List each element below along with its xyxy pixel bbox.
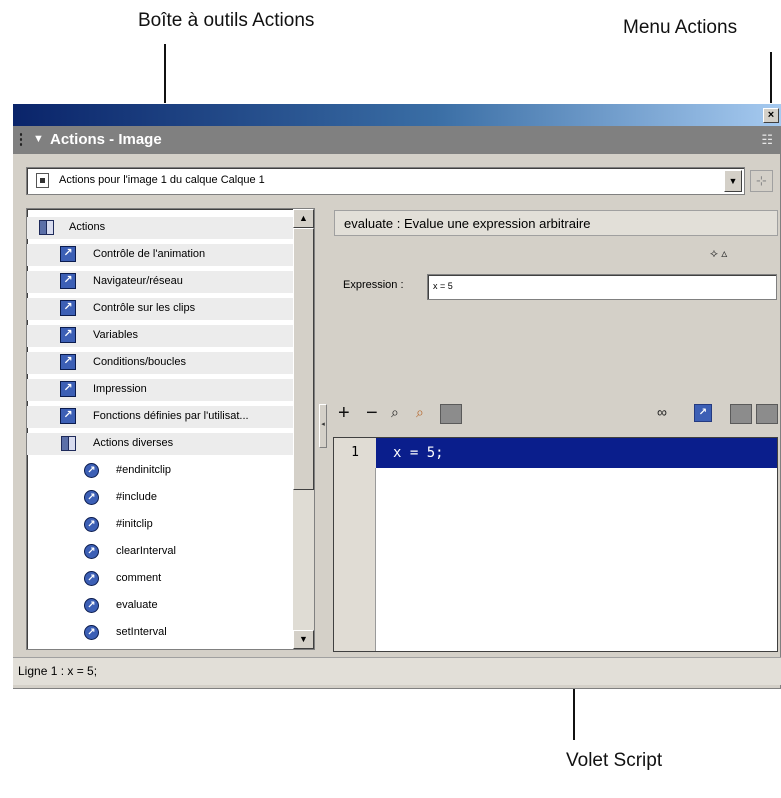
pin-script-button[interactable]: ⊹ (750, 170, 773, 192)
collapse-arrow-icon[interactable]: ▼ (33, 133, 44, 145)
category-label: Fonctions définies par l'utilisat... (93, 410, 249, 422)
action-description: evaluate : Evalue une expression arbitra… (334, 210, 778, 236)
category-label: Navigateur/réseau (93, 275, 183, 287)
target-path-icon[interactable]: ∞ (657, 404, 667, 420)
script-callout: Volet Script (566, 750, 663, 771)
book-closed-icon: ↗ (60, 381, 76, 397)
toolbox-root[interactable]: Actions (27, 217, 293, 239)
action-item[interactable]: ↗ setInterval (27, 622, 293, 644)
debug-options-button[interactable] (730, 404, 752, 424)
dropdown-arrow-icon[interactable]: ▼ (724, 170, 742, 192)
action-icon: ↗ (84, 625, 99, 640)
script-line[interactable]: x = 5; (376, 438, 777, 468)
param-view-icons[interactable]: ⟡ ▵ (710, 246, 727, 261)
target-select-label: Actions pour l'image 1 du calque Calque … (59, 174, 265, 186)
action-item[interactable]: ↗ evaluate (27, 595, 293, 617)
toolbox-callout: Boîte à outils Actions (138, 10, 315, 31)
book-open-icon (60, 435, 76, 451)
book-closed-icon: ↗ (60, 327, 76, 343)
toolbox-scrollbar[interactable]: ▲ ▼ (293, 209, 314, 649)
pane-splitter[interactable]: ◂ (319, 404, 327, 448)
action-label: #include (116, 491, 157, 503)
script-pane[interactable]: 1 x = 5; (333, 437, 778, 652)
book-closed-icon: ↗ (60, 300, 76, 316)
panel-title: Actions - Image (50, 131, 162, 148)
frame-icon (36, 173, 49, 188)
action-label: comment (116, 572, 162, 584)
category-label: Variables (93, 329, 139, 341)
add-action-button[interactable]: + (338, 403, 350, 423)
action-icon: ↗ (84, 517, 99, 532)
line-gutter (334, 438, 376, 651)
action-label: setInterval (116, 626, 167, 638)
action-icon: ↗ (84, 544, 99, 559)
line-number: 1 (334, 438, 376, 468)
action-label: evaluate (116, 599, 158, 611)
action-description-text: evaluate : Evalue une expression arbitra… (344, 216, 591, 231)
book-open-icon (38, 219, 54, 235)
category-label: Conditions/boucles (93, 356, 186, 368)
category-item[interactable]: ↗ Variables (27, 325, 293, 347)
action-icon: ↗ (84, 463, 99, 478)
status-text: Ligne 1 : x = 5; (18, 664, 98, 678)
view-options-button[interactable] (756, 404, 778, 424)
script-toolbar: + − ⌕ ⌕ ∞ ↗ (334, 401, 778, 429)
scroll-thumb[interactable] (293, 228, 314, 490)
window-titlebar[interactable]: × (13, 104, 781, 126)
action-item[interactable]: ↗ clearInterval (27, 541, 293, 563)
book-closed-icon: ↗ (60, 408, 76, 424)
status-bar: Ligne 1 : x = 5; (13, 657, 781, 685)
action-icon: ↗ (84, 571, 99, 586)
actions-panel: × ▼ Actions - Image ☷ Actions pour l'ima… (12, 103, 781, 689)
action-label: #endinitclip (116, 464, 172, 476)
find-icon[interactable]: ⌕ (391, 404, 399, 421)
expression-label: Expression : (343, 279, 404, 291)
scroll-down-icon[interactable]: ▼ (293, 630, 314, 649)
actions-menu-icon[interactable]: ☷ (761, 132, 773, 148)
action-icon: ↗ (84, 598, 99, 613)
close-button[interactable]: × (763, 108, 779, 123)
remove-action-button[interactable]: − (366, 403, 378, 423)
category-open[interactable]: Actions diverses (27, 433, 293, 455)
expression-input[interactable]: x = 5 (427, 274, 777, 300)
book-closed-icon: ↗ (60, 273, 76, 289)
category-item[interactable]: ↗ Contrôle de l'animation (27, 244, 293, 266)
category-label: Contrôle sur les clips (93, 302, 196, 314)
replace-icon[interactable]: ⌕ (416, 404, 424, 421)
panel-header[interactable]: ▼ Actions - Image ☷ (13, 126, 781, 154)
actions-toolbox: Actions ↗ Contrôle de l'animation ↗ Navi… (26, 208, 315, 650)
action-label: #initclip (116, 518, 153, 530)
action-icon: ↗ (84, 490, 99, 505)
reference-icon[interactable]: ↗ (694, 404, 712, 422)
toolbox-root-label: Actions (69, 221, 106, 233)
action-item[interactable]: ↗ #initclip (27, 514, 293, 536)
action-label: clearInterval (116, 545, 176, 557)
action-item[interactable]: ↗ comment (27, 568, 293, 590)
action-item[interactable]: ↗ #include (27, 487, 293, 509)
scroll-up-icon[interactable]: ▲ (293, 209, 314, 228)
action-item[interactable]: ↗ #endinitclip (27, 460, 293, 482)
category-label: Contrôle de l'animation (93, 248, 206, 260)
category-label: Impression (93, 383, 147, 395)
category-item[interactable]: ↗ Conditions/boucles (27, 352, 293, 374)
category-item[interactable]: ↗ Impression (27, 379, 293, 401)
disabled-tool-button[interactable] (440, 404, 462, 424)
book-closed-icon: ↗ (60, 246, 76, 262)
category-item[interactable]: ↗ Navigateur/réseau (27, 271, 293, 293)
menu-callout: Menu Actions (623, 17, 738, 38)
book-closed-icon: ↗ (60, 354, 76, 370)
category-open-label: Actions diverses (93, 437, 174, 449)
category-item[interactable]: ↗ Contrôle sur les clips (27, 298, 293, 320)
target-select[interactable]: Actions pour l'image 1 du calque Calque … (26, 167, 745, 195)
grip-icon[interactable] (19, 132, 23, 148)
category-item[interactable]: ↗ Fonctions définies par l'utilisat... (27, 406, 293, 428)
